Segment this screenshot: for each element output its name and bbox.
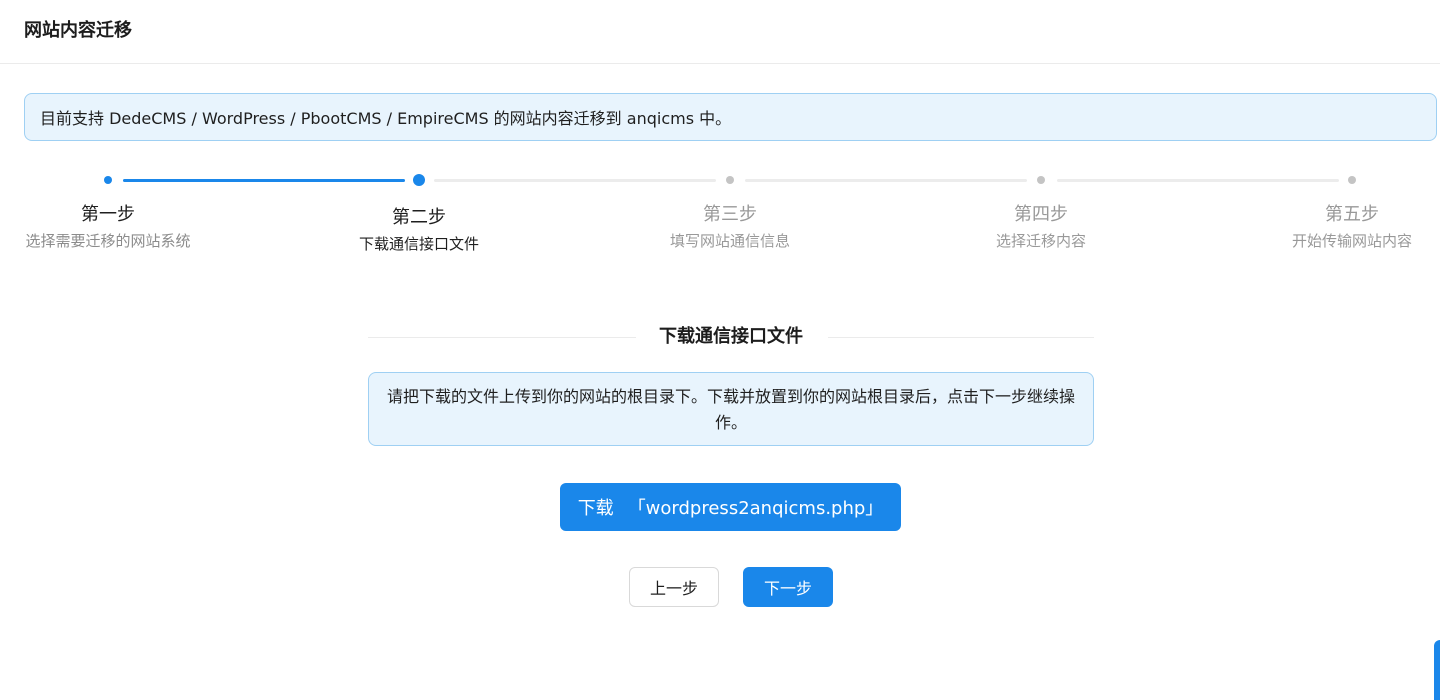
step-1-connector [123,179,405,182]
support-info-text: 目前支持 DedeCMS / WordPress / PbootCMS / Em… [40,109,732,128]
upload-instruction-text: 请把下载的文件上传到你的网站的根目录下。下载并放置到你的网站根目录后，点击下一步… [386,387,1075,432]
step-1-dot [104,176,112,184]
step-3-title: 第三步 [703,204,757,225]
step-4-connector [1057,179,1339,182]
step-4-dot [1037,176,1045,184]
step-5-title: 第五步 [1325,204,1379,225]
step-1-title: 第一步 [81,204,135,225]
step-2-connector [434,179,716,182]
download-button-label: 下载 [577,498,614,519]
step-2-dot [414,175,424,185]
step-3: 第三步 填写网站通信信息 [640,202,820,254]
steps-progress: 第一步 选择需要迁移的网站系统 第二步 下载通信接口文件 第三步 填写网站通信信… [0,168,1440,298]
step-2-title: 第二步 [392,207,446,228]
step-5-dot [1348,176,1356,184]
download-interface-file-button[interactable]: 下载 「wordpress2anqicms.php」 [560,483,901,531]
support-info-alert: 目前支持 DedeCMS / WordPress / PbootCMS / Em… [24,93,1437,141]
step-3-connector [745,179,1027,182]
step-4-description: 选择迁移内容 [995,232,1086,250]
upload-instruction-alert: 请把下载的文件上传到你的网站的根目录下。下载并放置到你的网站根目录后，点击下一步… [368,372,1094,446]
step-3-description: 填写网站通信信息 [669,232,790,250]
section-divider: 下载通信接口文件 [368,325,1094,349]
floating-side-tab[interactable] [1434,640,1440,700]
step-4: 第四步 选择迁移内容 [951,202,1131,254]
step-5-description: 开始传输网站内容 [1291,232,1412,250]
page-header: 网站内容迁移 [0,0,1440,64]
migration-page: 网站内容迁移 目前支持 DedeCMS / WordPress / PbootC… [0,0,1440,700]
step-3-dot [726,176,734,184]
step-5: 第五步 开始传输网站内容 [1262,202,1440,254]
section-title: 下载通信接口文件 [659,326,803,347]
step-2: 第二步 下载通信接口文件 [329,202,509,257]
previous-step-button[interactable]: 上一步 [629,567,719,607]
page-title: 网站内容迁移 [24,20,132,41]
step-1: 第一步 选择需要迁移的网站系统 [18,202,198,254]
step-2-description: 下载通信接口文件 [358,235,479,253]
step-4-title: 第四步 [1014,204,1068,225]
next-step-button[interactable]: 下一步 [743,567,833,607]
download-button-filename: 「wordpress2anqicms.php」 [627,498,884,519]
step-1-description: 选择需要迁移的网站系统 [25,232,191,250]
